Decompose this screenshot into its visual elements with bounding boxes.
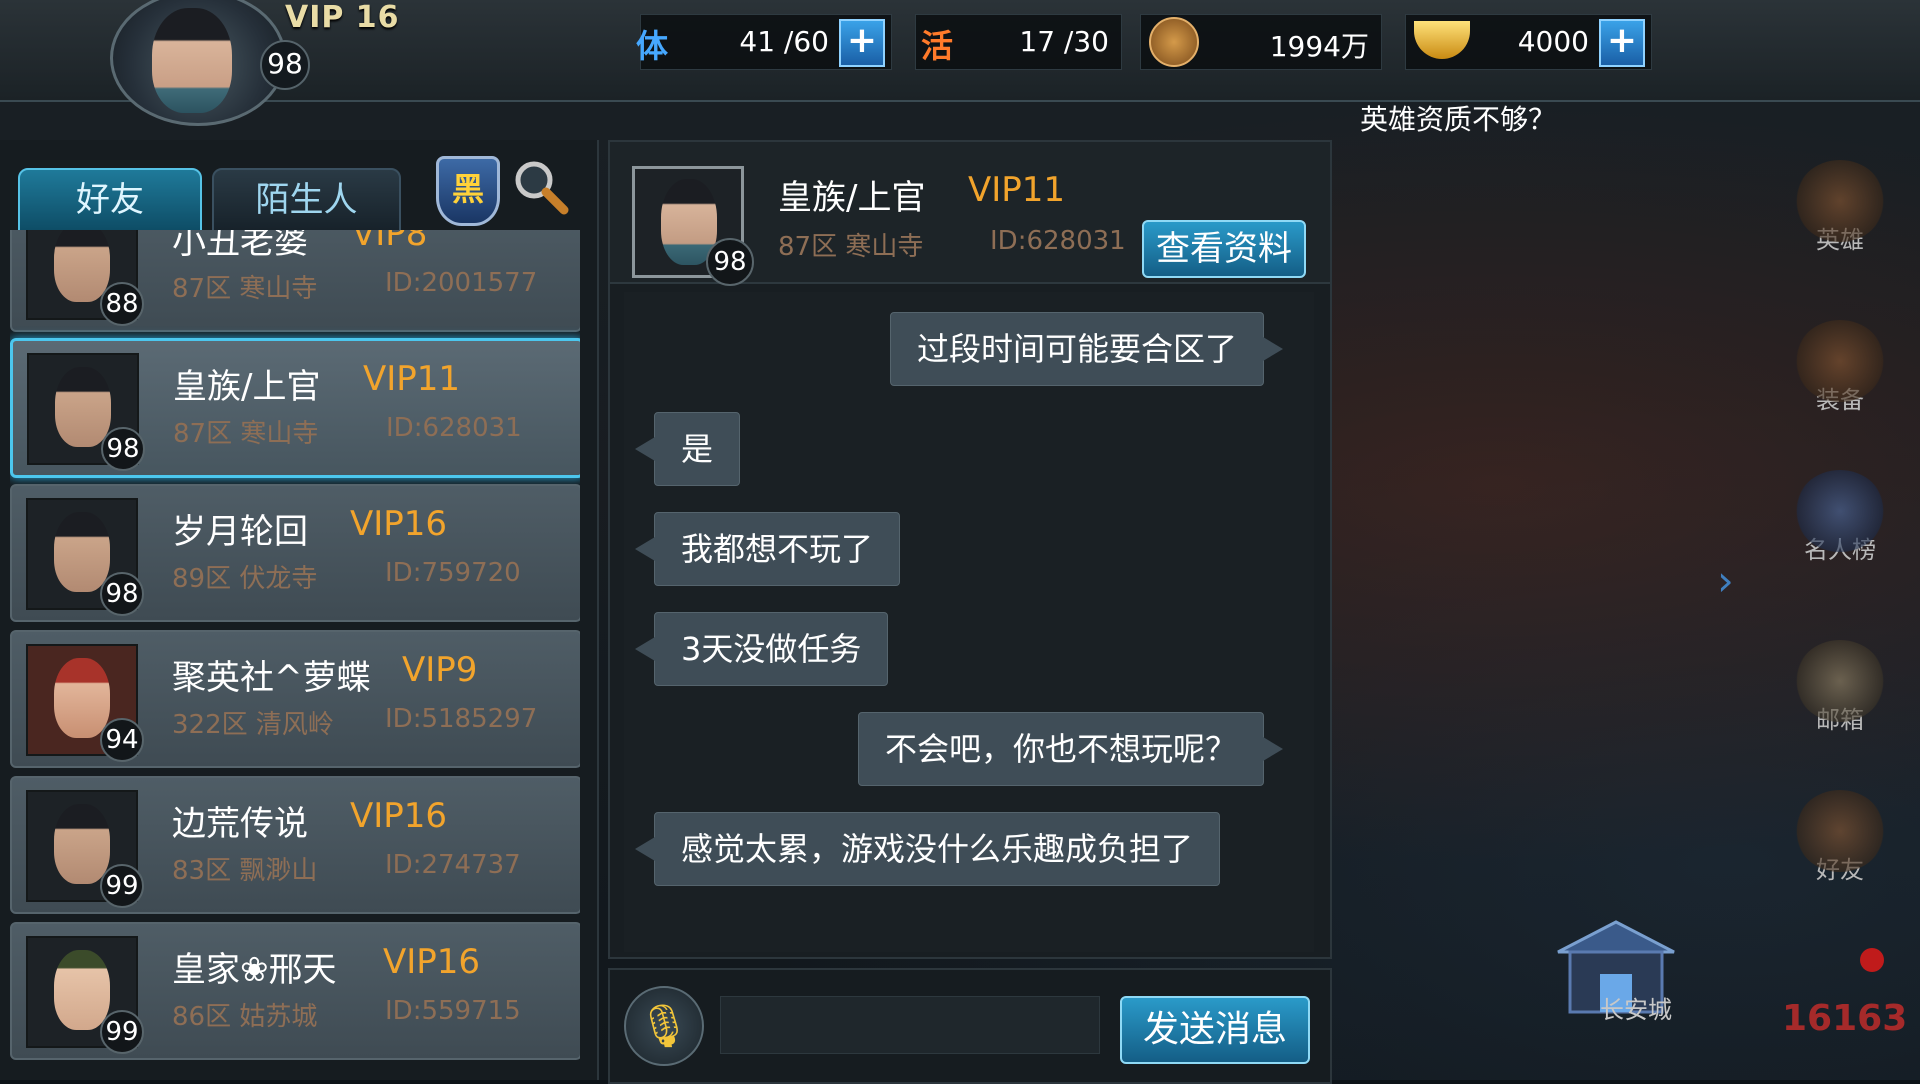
friend-server: 322区 清风岭	[172, 710, 334, 740]
friend-name: 岁月轮回	[172, 512, 308, 552]
hero-portrait	[152, 8, 232, 113]
activity-icon: 活	[921, 27, 954, 65]
top-bar: 98 VIP 16 体 41 /60 + 活 17 /30 1994万 4000…	[0, 0, 1920, 126]
mail-icon	[1795, 640, 1885, 722]
search-friend-button[interactable]	[512, 158, 572, 218]
friend-vip: VIP16	[383, 942, 481, 982]
message-list[interactable]: 过段时间可能要合区了 是 我都想不玩了 3天没做任务 不会吧，你也不想玩呢？ 感…	[624, 292, 1314, 952]
equipment-icon	[1795, 320, 1885, 402]
friend-row[interactable]: 99 皇家❀邢天 VIP16 86区 姑苏城 ID:559715	[10, 922, 580, 1060]
send-message-button[interactable]: 发送消息	[1120, 996, 1310, 1064]
friend-vip: VIP9	[402, 650, 478, 690]
friend-id: ID:2001577	[385, 268, 538, 298]
player-avatar[interactable]: 98	[90, 0, 310, 126]
message-bubble-received: 是	[634, 412, 741, 486]
view-profile-button[interactable]: 查看资料	[1142, 220, 1306, 278]
friend-id: ID:5185297	[385, 704, 538, 734]
chat-partner-name: 皇族/上官	[778, 178, 926, 218]
side-menu-hero[interactable]: 英雄	[1780, 160, 1900, 255]
friend-level: 94	[100, 718, 144, 762]
chevron-right-icon[interactable]: ›	[1717, 556, 1747, 606]
message-input[interactable]	[720, 996, 1100, 1054]
friend-name: 边荒传说	[172, 804, 308, 844]
stamina-value: 41 /60	[739, 25, 829, 58]
tab-strangers[interactable]: 陌生人	[212, 168, 401, 232]
hero-tip-link[interactable]: 英雄资质不够？	[1360, 98, 1556, 138]
friend-server: 87区 寒山寺	[173, 419, 319, 449]
friend-server: 86区 姑苏城	[172, 1002, 318, 1032]
tab-friends[interactable]: 好友	[18, 168, 202, 232]
friend-name: 小丑老婆	[172, 230, 308, 262]
coin-value: 1994万	[1269, 30, 1369, 63]
friend-server: 87区 寒山寺	[172, 274, 318, 304]
message-bubble-sent: 过段时间可能要合区了	[889, 312, 1284, 386]
friend-row-selected[interactable]: 98 皇族/上官 VIP11 87区 寒山寺 ID:628031	[10, 338, 580, 478]
chat-partner-id: ID:628031	[990, 226, 1126, 256]
friend-vip: VIP16	[350, 504, 448, 544]
chat-input-bar: 🎙 发送消息	[608, 968, 1332, 1084]
friend-vip: VIP16	[350, 796, 448, 836]
city-label: 长安城	[1600, 996, 1672, 1024]
friend-row[interactable]: 98 岁月轮回 VIP16 89区 伏龙寺 ID:759720	[10, 484, 580, 622]
activity-value: 17 /30	[1019, 25, 1109, 58]
friend-level: 98	[101, 427, 145, 471]
friends-icon	[1795, 790, 1885, 872]
notification-dot	[1860, 948, 1884, 972]
chat-header: 98 皇族/上官 VIP11 87区 寒山寺 ID:628031 查看资料	[610, 142, 1330, 286]
chat-partner-level: 98	[706, 238, 754, 286]
friend-level: 99	[100, 864, 144, 908]
friend-name: 聚英社^萝蝶	[172, 658, 371, 698]
friend-server: 89区 伏龙寺	[172, 564, 318, 594]
coin-resource: 1994万	[1140, 14, 1382, 70]
friend-vip: VIP8	[352, 230, 428, 254]
activity-resource: 活 17 /30	[915, 14, 1122, 70]
friend-id: ID:628031	[386, 413, 522, 443]
message-bubble-received: 感觉太累，游戏没什么乐趣成负担了	[634, 812, 1221, 886]
friend-id: ID:559715	[385, 996, 521, 1026]
hero-icon	[1795, 160, 1885, 242]
friend-level: 99	[100, 1010, 144, 1054]
friends-panel: 好友 陌生人 黑 88 小丑老婆 VIP8 87区 寒山寺 ID:2001577…	[0, 140, 599, 1080]
friend-name: 皇家❀邢天	[172, 950, 337, 990]
friend-id: ID:274737	[385, 850, 521, 880]
friend-list: 88 小丑老婆 VIP8 87区 寒山寺 ID:2001577 98 皇族/上官…	[10, 230, 580, 1080]
message-bubble-received: 我都想不玩了	[634, 512, 901, 586]
friend-vip: VIP11	[363, 359, 461, 399]
chat-partner-server: 87区 寒山寺	[778, 232, 924, 262]
coin-icon	[1149, 17, 1199, 67]
gold-resource: 4000 +	[1405, 14, 1652, 70]
gold-plus-button[interactable]: +	[1599, 19, 1645, 67]
site-logo: 16163	[1782, 998, 1908, 1039]
player-level-badge: 98	[260, 40, 310, 90]
friend-level: 88	[100, 282, 144, 326]
side-menu-ranking[interactable]: 名人榜	[1780, 470, 1900, 565]
friend-row[interactable]: 99 边荒传说 VIP16 83区 飘渺山 ID:274737	[10, 776, 580, 914]
stamina-plus-button[interactable]: +	[839, 19, 885, 67]
stamina-resource: 体 41 /60 +	[636, 14, 892, 70]
side-menu-equipment[interactable]: 装备	[1780, 320, 1900, 415]
gold-ingot-icon	[1414, 21, 1470, 59]
microphone-icon: 🎙	[637, 1001, 691, 1050]
voice-message-button[interactable]: 🎙	[624, 986, 704, 1066]
gold-value: 4000	[1517, 25, 1589, 58]
chat-partner-vip: VIP11	[968, 170, 1066, 210]
player-vip-label: VIP 16	[285, 0, 400, 35]
friend-id: ID:759720	[385, 558, 521, 588]
blacklist-button[interactable]: 黑	[436, 156, 500, 226]
message-bubble-received: 3天没做任务	[634, 612, 889, 686]
side-menu-friends[interactable]: 好友	[1780, 790, 1900, 885]
magnifier-icon	[515, 161, 569, 215]
friend-level: 98	[100, 572, 144, 616]
friend-row[interactable]: 94 聚英社^萝蝶 VIP9 322区 清风岭 ID:5185297	[10, 630, 580, 768]
side-menu-mail[interactable]: 邮箱	[1780, 640, 1900, 735]
stamina-icon: 体	[636, 27, 669, 65]
message-bubble-sent: 不会吧，你也不想玩呢？	[857, 712, 1284, 786]
ranking-icon	[1795, 470, 1885, 552]
friend-name: 皇族/上官	[173, 367, 321, 407]
chat-panel: 98 皇族/上官 VIP11 87区 寒山寺 ID:628031 查看资料 过段…	[608, 140, 1332, 959]
friend-row[interactable]: 88 小丑老婆 VIP8 87区 寒山寺 ID:2001577	[10, 230, 580, 332]
friend-server: 83区 飘渺山	[172, 856, 318, 886]
